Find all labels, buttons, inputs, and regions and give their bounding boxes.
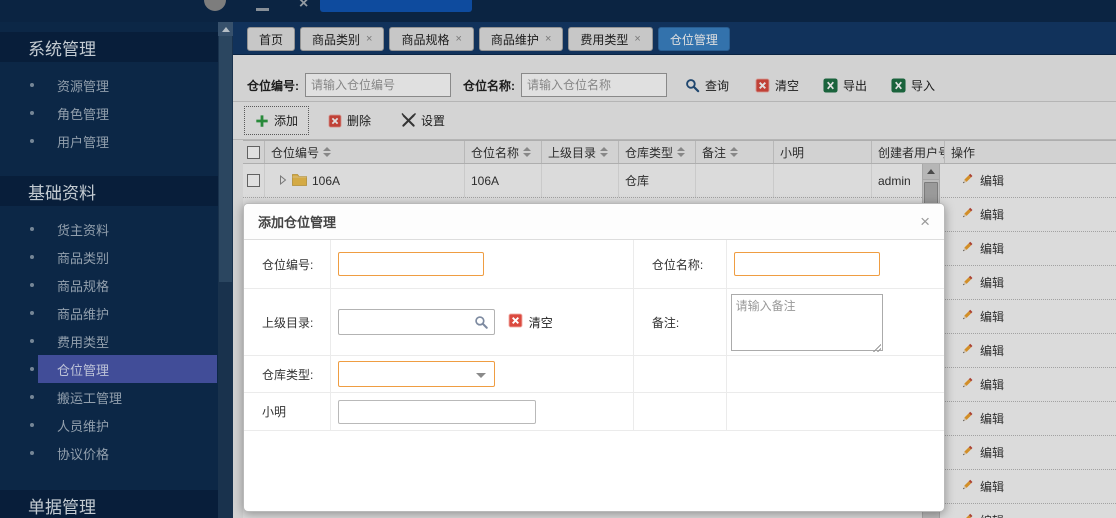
dialog-name-label: 仓位名称: bbox=[652, 256, 703, 273]
dialog-remark-label: 备注: bbox=[652, 314, 679, 331]
app-screen: × 系统管理 资源管理 角色管理 用户管理 基础资料 货主资料 商品类别 商品规… bbox=[0, 0, 1116, 518]
dialog-row-4: 小明 bbox=[244, 393, 944, 431]
dialog-header[interactable]: 添加仓位管理 × bbox=[244, 204, 944, 240]
dialog-xiaoming-input[interactable] bbox=[338, 400, 536, 424]
dialog-row-2: 上级目录: 清空 备注: bbox=[244, 289, 944, 356]
clear-icon bbox=[508, 313, 523, 331]
dialog-parent-input[interactable] bbox=[339, 310, 469, 334]
dialog-row-3: 仓库类型: bbox=[244, 356, 944, 393]
dialog-xiaoming-label: 小明 bbox=[262, 403, 286, 420]
search-icon bbox=[474, 315, 489, 330]
dialog-row-1: 仓位编号: 仓位名称: bbox=[244, 240, 944, 289]
dialog-type-label: 仓库类型: bbox=[262, 366, 313, 383]
dialog-clear-button[interactable]: 清空 bbox=[508, 313, 553, 331]
dialog-remark-textarea[interactable] bbox=[731, 294, 883, 351]
dialog-code-label: 仓位编号: bbox=[262, 256, 313, 273]
add-position-dialog: 添加仓位管理 × 仓位编号: 仓位名称: 上级目录: 清空 备注: bbox=[243, 203, 945, 512]
dialog-code-input[interactable] bbox=[338, 252, 484, 276]
resize-grip-icon[interactable] bbox=[873, 344, 881, 352]
dialog-type-combobox[interactable] bbox=[338, 361, 495, 387]
parent-search-field[interactable] bbox=[338, 309, 495, 335]
dialog-name-input[interactable] bbox=[734, 252, 880, 276]
dialog-title: 添加仓位管理 bbox=[258, 212, 336, 231]
dialog-parent-label: 上级目录: bbox=[262, 314, 313, 331]
close-dialog-icon[interactable]: × bbox=[920, 212, 930, 232]
chevron-down-icon[interactable] bbox=[476, 373, 486, 378]
